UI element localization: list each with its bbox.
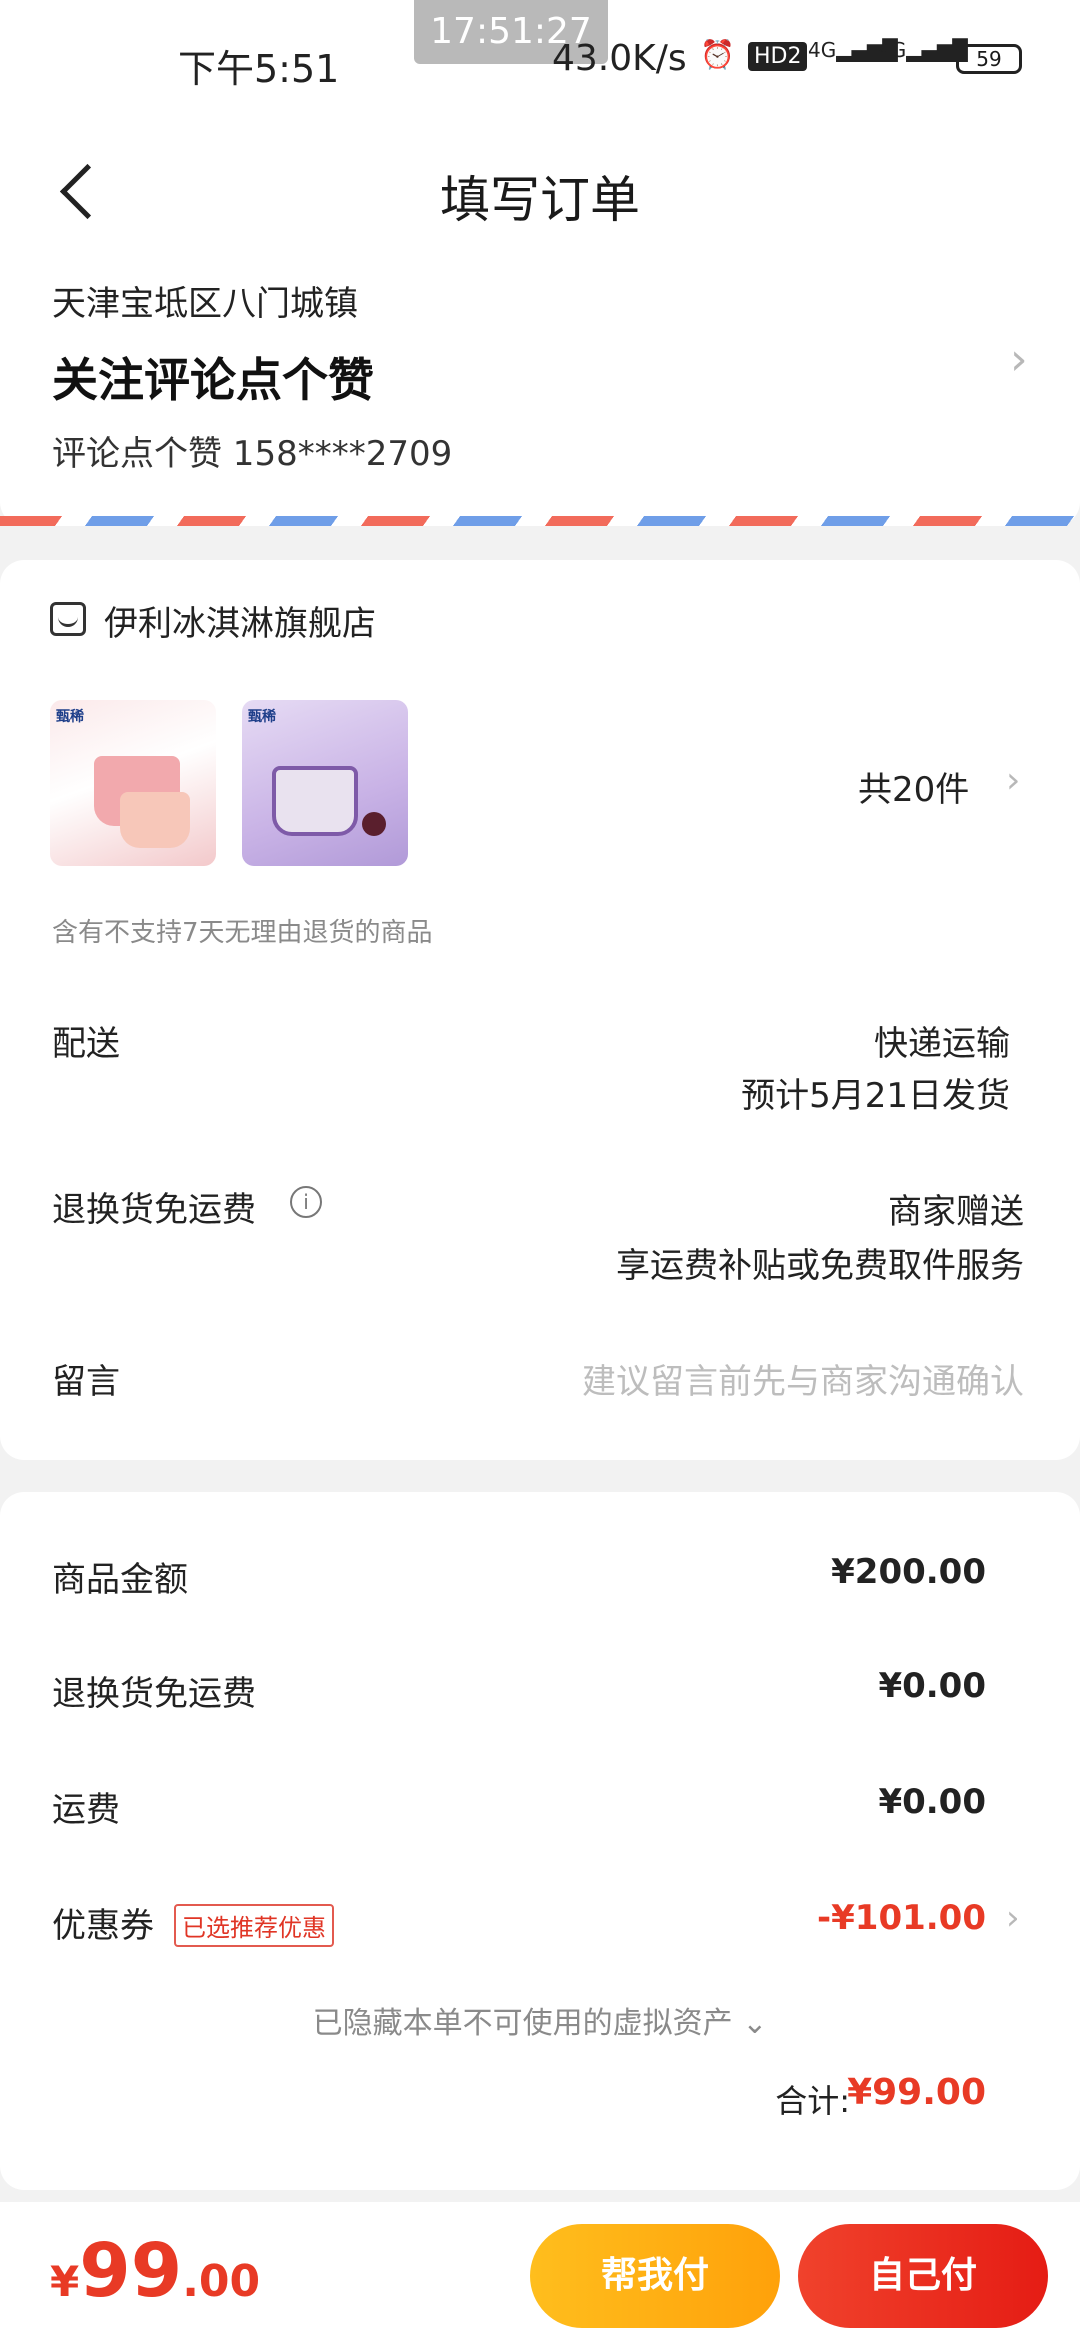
return-shipping-desc: 享运费补贴或免费取件服务 <box>616 1246 1024 1286</box>
goods-amount: ¥200.00 <box>831 1552 986 1592</box>
alarm-icon: ⏰ <box>700 38 735 71</box>
item-count[interactable]: 共20件 <box>858 762 969 811</box>
battery-icon: 59 <box>956 44 1022 74</box>
hd-badge: HD2 <box>748 42 808 71</box>
shipping-fee-amount: ¥0.00 <box>878 1782 986 1822</box>
chevron-right-icon: › <box>1010 334 1028 385</box>
price-decimal: .00 <box>182 2256 261 2307</box>
page-title: 填写订单 <box>440 171 640 229</box>
total-amount: ¥99.00 <box>847 2072 986 2113</box>
network-speed: 43.0K/s <box>552 38 687 79</box>
delivery-label: 配送 <box>52 1024 120 1064</box>
shipping-fee-label: 运费 <box>52 1790 120 1830</box>
hidden-assets-toggle[interactable]: 已隐藏本单不可使用的虚拟资产 ⌄ <box>0 1998 1080 2042</box>
shop-name[interactable]: 伊利冰淇淋旗舰店 <box>104 596 376 645</box>
return-fee-amount: ¥0.00 <box>878 1666 986 1706</box>
ice-cream-cup-image <box>272 766 358 836</box>
total-label: 合计: <box>775 2082 850 2120</box>
coupon-label: 优惠券 <box>52 1906 154 1946</box>
bottom-pay-bar: ¥99.00 帮我付 自己付 <box>0 2202 1080 2340</box>
return-shipping-value: 商家赠送 <box>888 1192 1024 1232</box>
help-me-pay-button[interactable]: 帮我付 <box>530 2224 780 2328</box>
delivery-method: 快递运输 <box>874 1024 1010 1064</box>
info-icon[interactable]: i <box>290 1186 322 1218</box>
price-details-card: 商品金额 ¥200.00 退换货免运费 ¥0.00 运费 ¥0.00 优惠券 已… <box>0 1492 1080 2190</box>
message-label: 留言 <box>52 1362 120 1402</box>
return-fee-label: 退换货免运费 <box>52 1674 256 1714</box>
cherry-image <box>362 812 386 836</box>
airmail-stripe <box>0 516 1080 526</box>
coupon-amount[interactable]: -¥101.00 <box>817 1898 986 1938</box>
return-shipping-label: 退换货免运费 <box>52 1190 256 1230</box>
address-region: 天津宝坻区八门城镇 <box>52 284 358 324</box>
thumb-brand: 甄稀 <box>248 709 276 725</box>
chevron-right-icon[interactable]: › <box>1006 1898 1020 1938</box>
nav-bar: 填写订单 <box>0 120 1080 280</box>
product-thumbnail[interactable]: 甄稀 <box>50 700 216 866</box>
address-card[interactable]: 天津宝坻区八门城镇 关注评论点个赞 评论点个赞 158****2709 › <box>0 260 1080 526</box>
price-integer: 99 <box>79 2228 183 2314</box>
currency-symbol: ¥ <box>50 2257 80 2306</box>
chevron-right-icon[interactable]: › <box>1006 760 1020 801</box>
recipient-name: 关注评论点个赞 <box>52 353 374 407</box>
recipient-contact: 评论点个赞 158****2709 <box>52 434 453 474</box>
pay-price: ¥99.00 <box>50 2228 260 2314</box>
ice-cream-cup-image <box>120 792 190 848</box>
coupon-tag: 已选推荐优惠 <box>174 1904 334 1947</box>
status-time: 下午5:51 <box>178 47 340 91</box>
status-bar: 下午5:51 17:51:27 43.0K/s ⏰ HD2 4G▂▄▆█ 4G▂… <box>0 0 1080 120</box>
signal-icon-2: 4G▂▄▆█ <box>878 38 968 62</box>
message-input[interactable]: 建议留言前先与商家沟通确认 <box>582 1354 1024 1403</box>
product-thumbnail[interactable]: 甄稀 <box>242 700 408 866</box>
delivery-estimate: 预计5月21日发货 <box>741 1076 1010 1116</box>
pay-myself-button[interactable]: 自己付 <box>798 2224 1048 2328</box>
thumb-brand: 甄稀 <box>56 709 84 725</box>
goods-amount-label: 商品金额 <box>52 1560 188 1600</box>
shop-card: 伊利冰淇淋旗舰店 甄稀 甄稀 共20件 › 含有不支持7天无理由退货的商品 配送… <box>0 560 1080 1460</box>
return-policy-note: 含有不支持7天无理由退货的商品 <box>52 918 433 948</box>
shop-icon <box>50 602 86 636</box>
